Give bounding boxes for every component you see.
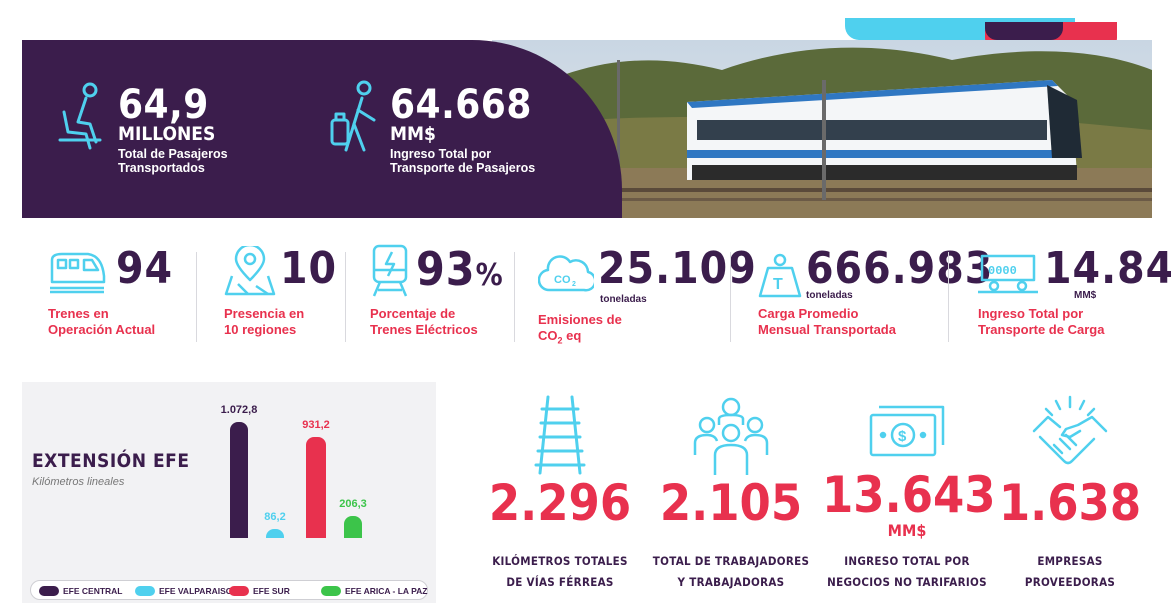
non-tariff-value: 13.643 [822,466,996,524]
svg-text:0000: 0000 [988,264,1017,278]
kpi-freight-label-1: Ingreso Total por [978,306,1084,321]
kpi-cargo-label-2: Mensual Transportada [758,322,896,337]
chart-legend: EFE CENTRAL EFE VALPARAISO EFE SUR EFE ARIC… [30,580,428,600]
svg-text:T: T [773,276,783,293]
kpi-electric-label-1: Porcentaje de [370,306,456,321]
map-pin-icon [224,246,276,296]
legend-label: EFE CENTRAL [63,586,123,596]
kpi-divider [948,252,949,342]
electric-train-icon [372,244,408,297]
kpi-divider [345,252,346,342]
track-km-label: KILÓMETROS TOTALES DE VÍAS FÉRREAS [492,554,628,589]
non-tariff-label: INGRESO TOTAL POR NEGOCIOS NO TARIFARIOS [827,554,987,589]
stat-suppliers: 1.638 EMPRESAS PROVEEDORAS [985,395,1155,595]
kpi-freight-revenue: 0000 14.841 MM$ Ingreso Total por Transp… [978,244,1171,354]
svg-text:2: 2 [572,281,576,288]
workers-label: TOTAL DE TRABAJADORES Y TRABAJADORAS [652,554,810,589]
kpi-freight-unit: MM$ [1074,290,1097,301]
kpi-divider [196,252,197,342]
kpi-emissions-unit: toneladas [600,294,647,305]
passengers-label-2: Transportados [118,161,205,175]
railway-track-icon [534,395,586,475]
extension-title: EXTENSIÓN EFE [32,450,190,472]
kpi-electric-label-2: Trenes Eléctricos [370,322,478,337]
kpi-cargo-unit: toneladas [806,290,853,301]
kpi-trains-label-2: Operación Actual [48,322,156,337]
seated-passenger-icon [58,82,102,150]
passengers-value: 64,9 [118,82,209,128]
legend-label: EFE ARICA - LA PAZ [345,586,428,596]
freight-wagon-icon: 0000 [978,254,1038,294]
weight-icon: T [758,253,802,298]
legend-swatch [39,586,59,596]
legend-label: EFE SUR [253,586,290,596]
bar-value-label: 1.072,8 [220,404,258,416]
bar-efe-valparaiso [266,529,284,538]
bar-efe-sur [306,437,326,538]
legend-label: EFE VALPARAISO [159,586,233,596]
stat-non-tariff-revenue: $ 13.643 MM$ INGRESO TOTAL POR NEGOCIOS N… [822,395,996,595]
stat-workers: 2.105 TOTAL DE TRABAJADORES Y TRABAJADORA… [646,395,816,595]
traveler-luggage-icon [330,80,376,152]
bar-value-label: 931,2 [302,419,330,431]
bar-value-label: 86,2 [264,511,286,523]
kpi-electric-suffix: % [475,258,504,293]
legend-swatch [229,586,249,596]
bar-value-label: 206,3 [339,498,367,510]
kpi-electric-value: 93% [416,242,504,296]
track-km-value: 2.296 [488,474,632,532]
co2-cloud-icon: CO 2 [538,255,594,292]
kpi-cargo-label-1: Carga Promedio [758,306,859,321]
kpi-regions: 10 Presencia en 10 regiones [224,244,344,354]
non-tariff-unit: MM$ [887,521,927,540]
suppliers-label: EMPRESAS PROVEEDORAS [1024,554,1116,589]
kpi-cargo: T 666.983 toneladas Carga Promedio Mensu… [758,244,992,354]
kpi-emissions: CO 2 25.109 toneladas Emisiones de CO2 e… [538,244,756,354]
kpi-electric: 93% Porcentaje de Trenes Eléctricos [370,244,510,354]
kpi-regions-label-1: Presencia en [224,306,305,321]
revenue-stat: 64.668 MM$ Ingreso Total por Transporte … [390,82,536,175]
svg-text:$: $ [898,428,907,445]
passengers-label-1: Total de Pasajeros [118,147,228,161]
suppliers-value: 1.638 [998,474,1142,532]
legend-swatch [321,586,341,596]
kpi-emissions-value: 25.109 [598,243,757,294]
revenue-value: 64.668 [390,82,532,128]
workers-value: 2.105 [659,474,803,532]
kpi-emissions-label-2: CO2 eq [538,328,582,346]
kpi-trains: 94 Trenes en Operación Actual [48,244,188,354]
svg-text:CO: CO [554,274,571,286]
legend-swatch [135,586,155,596]
extension-subtitle: Kilómetros lineales [32,476,125,488]
train-front-icon [50,252,106,294]
kpi-regions-label-2: 10 regiones [224,322,297,337]
revenue-label-1: Ingreso Total por [390,147,492,161]
kpi-divider [730,252,731,342]
kpi-trains-value: 94 [116,243,174,294]
hero-banner: 64,9 MILLONES Total de Pasajeros Transpo… [22,40,1152,218]
bar-efe-arica-la-paz [344,516,362,538]
passengers-stat: 64,9 MILLONES Total de Pasajeros Transpo… [118,82,228,175]
accent-tab-dark [985,22,1063,40]
stat-track-km: 2.296 KILÓMETROS TOTALES DE VÍAS FÉRREAS [475,395,645,595]
money-icon: $ [869,405,945,457]
kpi-divider [514,252,515,342]
kpi-freight-label-2: Transporte de Carga [978,322,1105,337]
kpi-trains-label-1: Trenes en [48,306,109,321]
people-group-icon [693,397,769,475]
kpi-freight-value: 14.841 [1044,243,1171,294]
revenue-label-2: Transporte de Pasajeros [390,161,536,175]
handshake-icon [1032,395,1108,465]
kpi-cargo-value: 666.983 [806,243,994,294]
passengers-unit: MILLONES [118,123,216,145]
kpi-emissions-label-1: Emisiones de [538,312,622,327]
kpi-regions-value: 10 [280,243,338,294]
extension-panel: EXTENSIÓN EFE Kilómetros lineales 1.072,… [22,382,436,603]
